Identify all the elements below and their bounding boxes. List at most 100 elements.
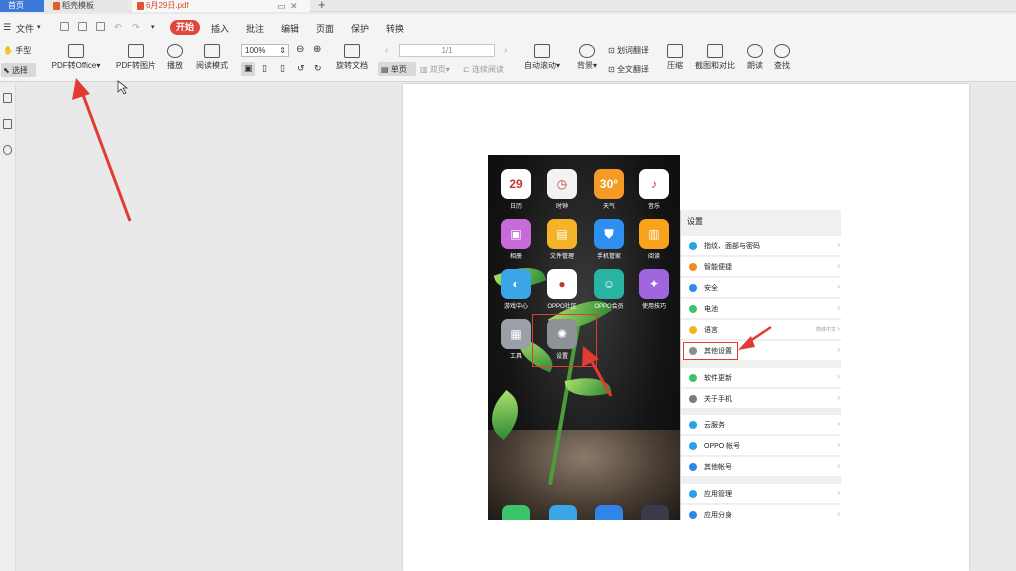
menu-insert[interactable]: 插入 (211, 22, 229, 35)
pdf-to-image-button[interactable]: PDF转图片 (114, 44, 158, 71)
app-label: OPPO社区 (547, 304, 577, 310)
cursor-icon: ⬉ (3, 66, 10, 75)
settings-app-highlight-box (532, 314, 597, 367)
settings-row-icon (689, 490, 697, 498)
undo-icon[interactable]: ↶ (114, 22, 122, 33)
auto-scroll-icon (534, 44, 550, 58)
next-page-icon[interactable]: › (504, 45, 507, 56)
app-icon: ◐ (501, 269, 531, 299)
app-label: 文件管理 (549, 254, 574, 260)
single-page-icon: ▤ (381, 65, 389, 74)
settings-row-icon (689, 421, 697, 429)
tab-template[interactable]: 稻壳模板 (48, 0, 128, 12)
rotate-left-icon[interactable]: ↺ (297, 63, 305, 74)
file-dropdown-icon[interactable]: ▾ (37, 23, 41, 31)
menu-comment[interactable]: 批注 (246, 22, 264, 35)
settings-row-icon (689, 395, 697, 403)
zoom-in-icon[interactable]: ⊕ (313, 44, 321, 55)
auto-scroll-label: 自动滚动 (523, 61, 556, 70)
open-icon[interactable] (60, 22, 69, 31)
play-button[interactable]: 播放 (163, 44, 187, 71)
menu-protect[interactable]: 保护 (351, 22, 369, 35)
browser-dock-icon (595, 505, 623, 520)
settings-row: OPPO 帐号 › (681, 436, 841, 456)
settings-row-icon (689, 463, 697, 471)
pdf-to-office-dropdown-icon: ▾ (96, 61, 101, 70)
app-label: 使用技巧 (641, 304, 666, 310)
continuous-button[interactable]: ⊏ 连续阅读 (463, 64, 504, 75)
chevron-right-icon: › (837, 345, 840, 354)
quick-access-dropdown-icon[interactable]: ▾ (151, 23, 155, 31)
thumbnail-icon[interactable] (3, 119, 12, 129)
pdf-to-office-button[interactable]: PDF转Office▾ (48, 44, 104, 71)
phone-dock-icon (502, 505, 530, 520)
translate-word-button[interactable]: ⊡ 划词翻译 (608, 45, 649, 56)
daoke-logo-icon (53, 2, 60, 10)
find-label: 查找 (774, 61, 790, 70)
settings-row: 软件更新 › (681, 368, 841, 388)
app-label: OPPO会员 (594, 304, 624, 310)
bookmark-icon[interactable] (3, 93, 12, 103)
double-page-label: 双页 (429, 65, 446, 74)
settings-row-label: 应用管理 (704, 491, 732, 498)
double-page-button[interactable]: ▥ 双页▾ (420, 64, 450, 75)
tab-pin-icon[interactable]: ▭ (277, 0, 286, 12)
menu-start[interactable]: 开始 (170, 20, 200, 35)
other-settings-highlight-box (683, 342, 738, 360)
app-icon-tile: ⛊ 手机管家 (586, 219, 632, 260)
zoom-select[interactable]: 100% ⇕ (241, 44, 289, 57)
read-mode-button[interactable]: 阅读模式 (193, 44, 231, 71)
single-page-button[interactable]: ▤ 单页 (381, 64, 407, 75)
hand-tool[interactable]: ✋ 手型 (3, 45, 31, 56)
tab-close-icon[interactable]: ✕ (290, 0, 298, 12)
compress-button[interactable]: 压缩 (664, 44, 686, 71)
read-aloud-button[interactable]: 朗读 (744, 44, 766, 71)
rotate-document-button[interactable]: 旋转文档 (333, 44, 371, 71)
menu-convert[interactable]: 转换 (386, 22, 404, 35)
hamburger-icon[interactable]: ☰ (3, 22, 11, 33)
fit-page-icon[interactable]: ▣ (244, 63, 253, 74)
app-label: 手机管家 (596, 254, 621, 260)
rotate-right-icon[interactable]: ↻ (314, 63, 322, 74)
fit-width-icon[interactable]: ▯ (262, 63, 267, 74)
page-number-input[interactable]: 1/1 (399, 44, 495, 57)
settings-row-label: 指纹、面部与密码 (704, 243, 760, 250)
auto-scroll-button[interactable]: 自动滚动▾ (522, 44, 562, 71)
zoom-dropdown-icon: ⇕ (279, 46, 286, 55)
single-page-label: 单页 (390, 65, 407, 74)
pdf-to-office-icon (68, 44, 84, 58)
left-sidebar (0, 83, 16, 571)
annotation-panel-icon[interactable] (3, 145, 12, 155)
settings-row-label: 其他帐号 (704, 464, 732, 471)
settings-row: 智能便捷 › (681, 257, 841, 277)
screenshot-compare-button[interactable]: 截图和对比 (692, 44, 738, 71)
menu-file[interactable]: 文件 (16, 22, 34, 35)
prev-page-icon[interactable]: ‹ (385, 45, 388, 56)
actual-size-icon[interactable]: ▯ (280, 63, 285, 74)
app-label: 相册 (509, 254, 522, 260)
print-icon[interactable] (96, 22, 105, 31)
background-button[interactable]: 背景▾ (574, 44, 600, 71)
app-icon-tile: 29 日历 (493, 169, 539, 210)
settings-row-label: OPPO 帐号 (704, 443, 741, 450)
find-button[interactable]: 查找 (771, 44, 793, 71)
chevron-right-icon: › (837, 440, 840, 449)
translate-word-icon: ⊡ (608, 46, 615, 55)
menu-edit[interactable]: 编辑 (281, 22, 299, 35)
zoom-out-icon[interactable]: ⊖ (296, 44, 304, 55)
app-icon: ✦ (639, 269, 669, 299)
translate-full-button[interactable]: ⊡ 全文翻译 (608, 64, 649, 75)
translate-full-icon: ⊡ (608, 65, 615, 74)
search-icon (774, 44, 790, 58)
app-label: 音乐 (647, 204, 660, 210)
new-tab-button[interactable]: + (318, 0, 326, 11)
settings-row-icon (689, 242, 697, 250)
tab-home[interactable]: 首页 (0, 0, 44, 12)
select-tool[interactable]: ⬉ 选择 (3, 65, 28, 76)
tab-pdf-label: 6月29日.pdf (146, 1, 189, 10)
settings-row-icon (689, 326, 697, 334)
settings-screenshot: 设置 指纹、面部与密码 › 智能便捷 › 安全 › 电池 › 语言 简体中文 › 其他设置 › 软件更新 ›… (680, 210, 841, 520)
save-icon[interactable] (78, 22, 87, 31)
redo-icon[interactable]: ↷ (132, 22, 140, 33)
menu-page[interactable]: 页面 (316, 22, 334, 35)
